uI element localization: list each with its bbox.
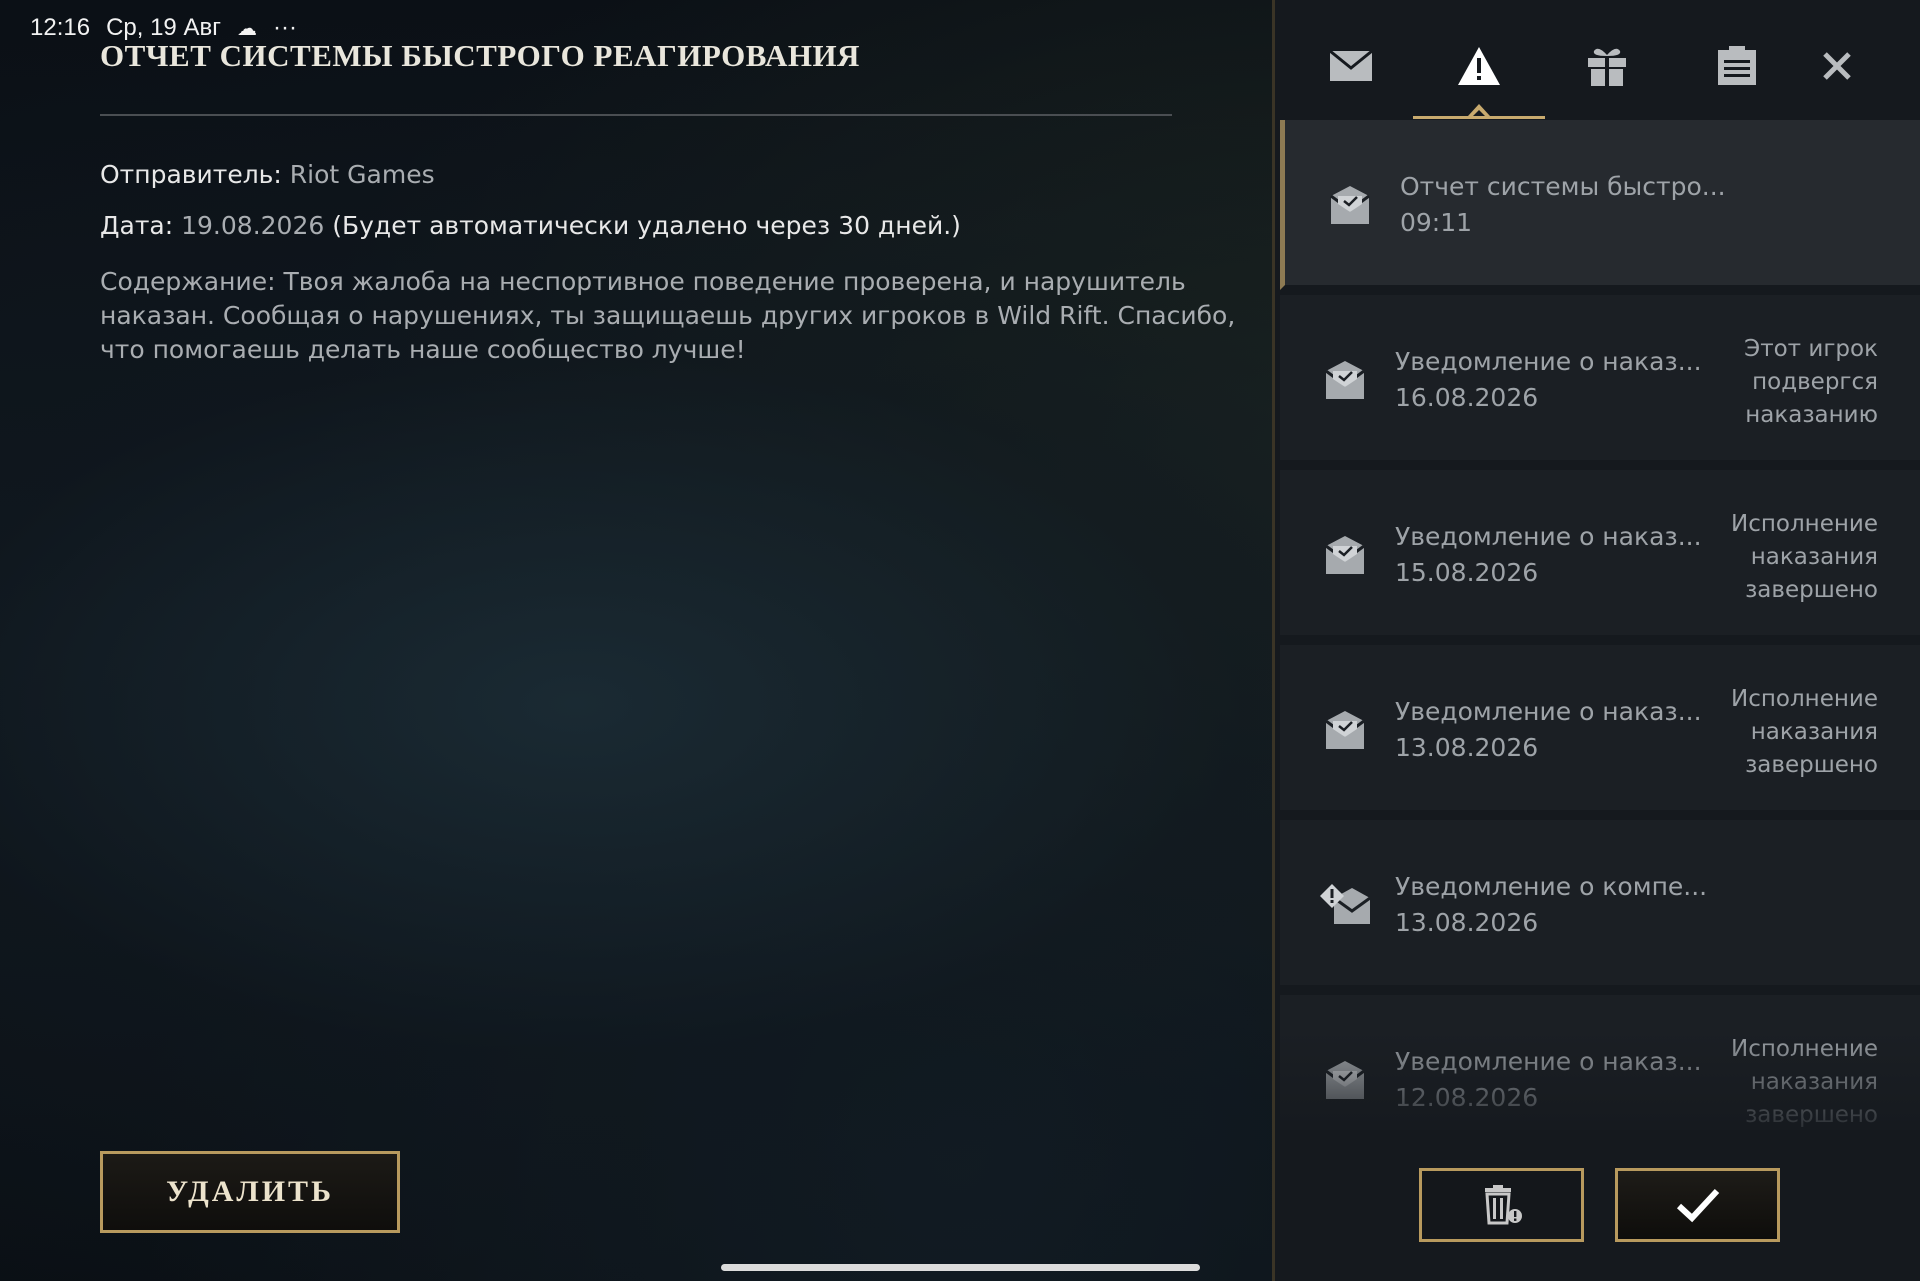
title-divider [100,114,1172,116]
mail-item-title: Уведомление о наказ... [1395,697,1702,726]
sender-value: Riot Games [289,160,435,189]
mail-item[interactable]: Уведомление о наказ... 13.08.2026 Исполнен… [1280,645,1920,815]
mail-item-date: 13.08.2026 [1395,733,1539,762]
tab-notes[interactable] [1707,36,1767,96]
close-icon [1823,52,1851,80]
mail-item-title: Уведомление о компе... [1395,872,1708,901]
mail-item-title: Отчет системы быстро... [1400,172,1726,201]
mail-item-date: 09:11 [1400,208,1473,237]
checkmark-icon [1676,1188,1719,1223]
mail-category-tabs [1275,0,1920,119]
delete-read-button[interactable] [1419,1168,1584,1242]
clipboard-icon [1718,46,1756,85]
read-mail-icon [1320,357,1370,403]
mail-item[interactable]: Уведомление о наказ... 12.08.2026 Исполнен… [1280,995,1920,1130]
mail-sidebar: Отчет системы быстро... 09:11 Уведомление … [1272,0,1920,1281]
sender-row: Отправитель: Riot Games [100,160,435,189]
mail-item[interactable]: Уведомление о компе... 13.08.2026 [1280,820,1920,990]
gift-icon [1588,48,1626,86]
mail-item-date: 13.08.2026 [1395,908,1539,937]
mail-list: Отчет системы быстро... 09:11 Уведомление … [1275,120,1920,1130]
read-mail-icon [1325,182,1375,228]
mail-item[interactable]: Уведомление о наказ... 15.08.2026 Исполнен… [1280,470,1920,640]
home-indicator [721,1264,1200,1271]
tab-notifications[interactable] [1449,36,1509,96]
active-tab-underline [1413,116,1545,119]
cloud-icon: ☁ [236,17,257,40]
date-row: Дата: 19.08.2026 (Будет автоматически уд… [100,211,961,240]
read-all-button[interactable] [1615,1168,1780,1242]
status-time: 12:16 [30,14,91,41]
warning-icon [1458,47,1500,85]
mail-item-status: Исполнение наказания завершено [1731,1036,1878,1128]
date-value: 19.08.2026 [181,211,325,240]
read-mail-icon [1320,532,1370,578]
mail-item-title: Уведомление о наказ... [1395,347,1702,376]
sender-label: Отправитель: [100,160,282,189]
mail-item-date: 12.08.2026 [1395,1083,1539,1112]
read-mail-icon [1320,1057,1370,1103]
mail-item-date: 15.08.2026 [1395,558,1539,587]
delete-button[interactable]: УДАЛИТЬ [100,1151,400,1233]
mailbox-screen: 12:16 Ср, 19 Авг ☁ ··· 93 ОТЧЕТ СИСТЕМЫ … [0,0,1920,1281]
mail-item-status: Этот игрок подвергся наказанию [1744,336,1878,428]
compensation-mail-icon [1320,882,1371,928]
close-button[interactable] [1807,36,1867,96]
mail-item[interactable]: Уведомление о наказ... 16.08.2026 Этот игр… [1280,295,1920,465]
read-mail-icon [1320,707,1370,753]
trash-icon [1484,1185,1522,1225]
tab-mail[interactable] [1321,36,1381,96]
mail-detail-title: ОТЧЕТ СИСТЕМЫ БЫСТРОГО РЕАГИРОВАНИЯ [100,38,860,73]
mail-item-title: Уведомление о наказ... [1395,1047,1702,1076]
mail-item-status: Исполнение наказания завершено [1731,511,1878,603]
date-note: (Будет автоматически удалено через 30 дн… [332,211,961,240]
tab-gifts[interactable] [1577,36,1637,96]
envelope-icon [1329,50,1373,81]
mail-item-date: 16.08.2026 [1395,383,1539,412]
mail-item-title: Уведомление о наказ... [1395,522,1702,551]
mail-item-status: Исполнение наказания завершено [1731,686,1878,778]
date-label: Дата: [100,211,174,240]
mail-content: Содержание: Твоя жалоба на неспортивное … [100,267,1236,364]
mail-item-selected[interactable]: Отчет системы быстро... 09:11 [1280,120,1920,290]
